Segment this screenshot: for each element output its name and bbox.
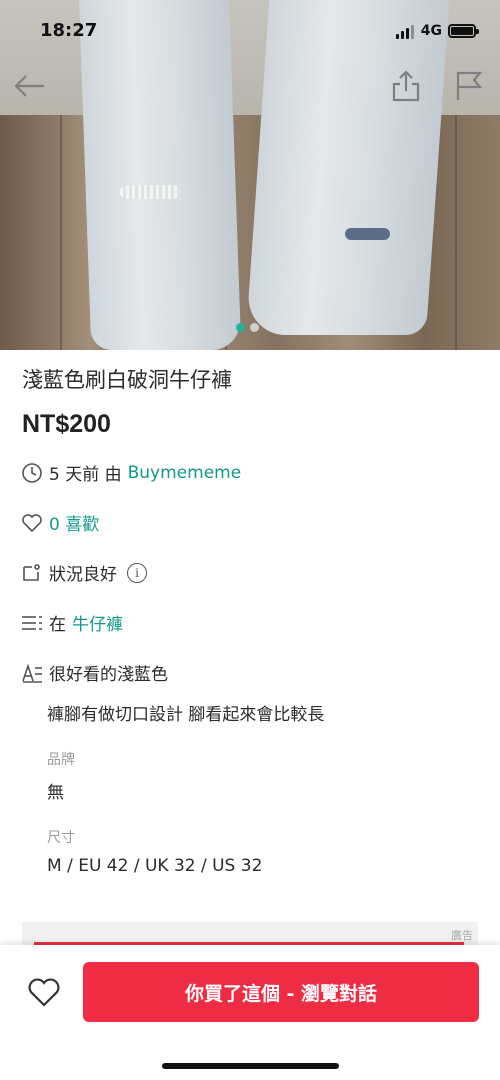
description-line1: 很好看的淺藍色 xyxy=(49,665,168,685)
carousel-dot[interactable] xyxy=(250,323,259,332)
heart-outline-icon xyxy=(20,511,44,535)
posted-time: 5 天前 由 xyxy=(49,465,122,485)
carousel-dot-active[interactable] xyxy=(236,323,245,332)
category-prefix: 在 xyxy=(49,615,66,635)
photo-rip xyxy=(345,228,390,240)
brand-value: 無 xyxy=(47,783,64,803)
signal-icon xyxy=(396,25,414,39)
photo-floor-line xyxy=(455,115,457,350)
ad-label: 廣告 xyxy=(451,929,473,942)
listing-price: NT$200 xyxy=(22,410,111,438)
clock-icon xyxy=(20,461,44,485)
tag-icon xyxy=(20,561,44,585)
favorite-button[interactable] xyxy=(22,973,66,1013)
carousel-dots xyxy=(236,323,259,332)
info-icon[interactable]: i xyxy=(127,562,147,583)
posted-row: 5 天前 由 Buymememe xyxy=(20,460,241,485)
arrow-left-icon xyxy=(14,75,44,97)
share-icon xyxy=(392,70,420,102)
status-time: 18:27 xyxy=(40,20,98,41)
text-format-icon xyxy=(20,661,44,685)
report-button[interactable] xyxy=(450,68,486,104)
likes-count[interactable]: 0 喜歡 xyxy=(49,510,99,535)
brand-label: 品牌 xyxy=(47,752,75,768)
photo-rip xyxy=(120,185,180,199)
status-bar: 18:27 4G xyxy=(0,0,500,60)
network-type: 4G xyxy=(420,23,442,39)
likes-row[interactable]: 0 喜歡 xyxy=(20,510,99,535)
category-link[interactable]: 牛仔褲 xyxy=(72,610,123,635)
battery-icon xyxy=(448,24,479,38)
view-chat-button[interactable]: 你買了這個 - 瀏覽對話 xyxy=(83,962,479,1022)
home-indicator xyxy=(162,1063,339,1069)
description-line2: 褲腳有做切口設計 腳看起來會比較長 xyxy=(47,705,325,725)
share-button[interactable] xyxy=(388,68,424,104)
size-label: 尺寸 xyxy=(47,830,75,846)
list-icon xyxy=(20,611,44,635)
heart-icon xyxy=(28,978,60,1007)
photo-floor-line xyxy=(60,115,62,350)
flag-icon xyxy=(456,71,482,100)
bottom-action-bar: 你買了這個 - 瀏覽對話 xyxy=(0,945,500,1080)
description-row: 很好看的淺藍色 xyxy=(20,660,168,685)
size-value: M / EU 42 / UK 32 / US 32 xyxy=(47,856,263,876)
condition-text: 狀況良好 xyxy=(49,565,117,585)
seller-link[interactable]: Buymememe xyxy=(128,463,242,483)
category-row: 在 牛仔褲 xyxy=(20,610,123,635)
listing-title: 淺藍色刷白破洞牛仔褲 xyxy=(22,368,232,392)
back-button[interactable] xyxy=(12,68,48,104)
condition-row: 狀況良好 i xyxy=(20,560,147,585)
